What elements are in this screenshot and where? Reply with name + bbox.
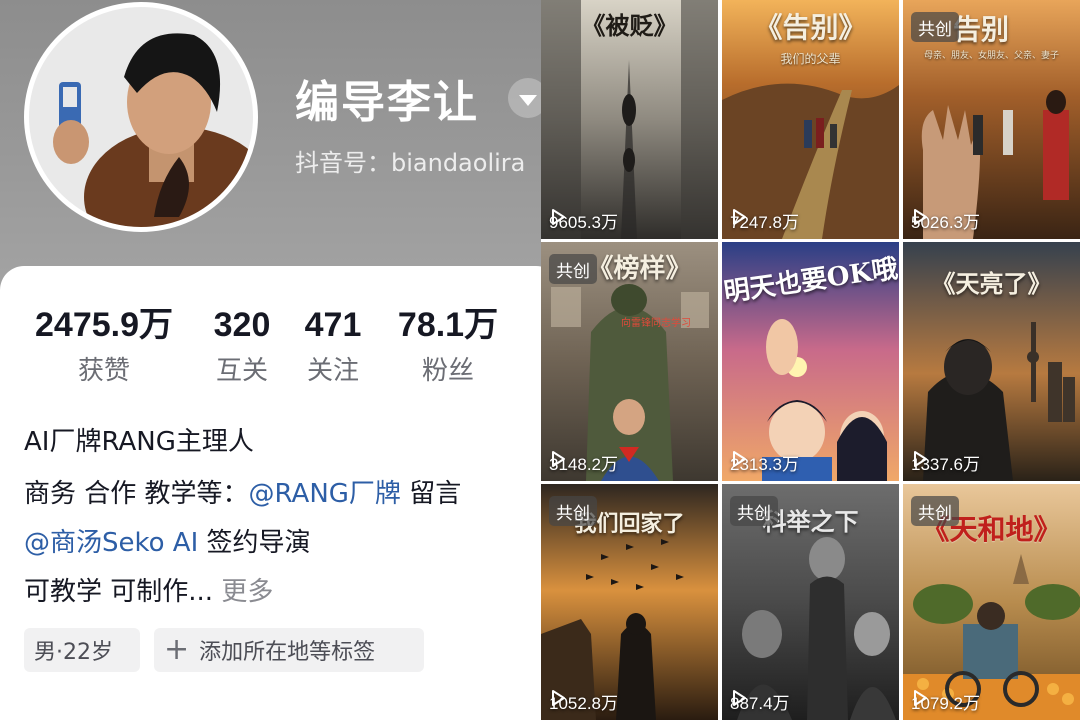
stat-value: 78.1万: [397, 306, 499, 344]
video-cover-title: 《天亮了》: [931, 269, 1052, 298]
play-icon: [914, 451, 927, 467]
video-tile[interactable]: 科举之下 共创 887.4万: [722, 484, 899, 720]
video-tile[interactable]: 《天和地》 共创 1079.2万: [903, 484, 1080, 720]
chevron-down-icon: [519, 94, 537, 106]
stat-value: 2475.9万: [35, 306, 173, 344]
video-tile[interactable]: 告别 母亲、朋友、女朋友、父亲、妻子 共创 5026.3万: [903, 0, 1080, 239]
stat-value: 471: [304, 306, 362, 344]
play-count: 2313.3万: [730, 450, 799, 475]
co-creation-badge: 共创: [911, 496, 959, 526]
play-count: 9605.3万: [549, 208, 618, 233]
tag-label: 添加所在地等标签: [199, 640, 376, 665]
video-cover-title: 《被贬》: [581, 11, 678, 40]
bio-line: 可教学 可制作... 更多: [24, 574, 273, 610]
co-creation-badge: 共创: [549, 254, 597, 284]
stat-label: 互关: [215, 356, 268, 386]
bio-line: AI厂牌RANG主理人: [24, 427, 254, 457]
play-count: 1337.6万: [911, 450, 980, 475]
co-creation-badge: 共创: [549, 496, 597, 526]
stat-label: 关注: [306, 356, 359, 386]
account-switch-button[interactable]: [508, 78, 541, 118]
stat-following[interactable]: 471 关注: [296, 303, 370, 391]
gender-age-tag[interactable]: 男·22岁: [24, 628, 140, 672]
video-cover-title: 《告别》: [754, 11, 867, 44]
avatar[interactable]: [24, 2, 258, 232]
play-icon: [552, 209, 565, 225]
co-creation-badge: 共创: [730, 496, 778, 526]
video-grid: 《被贬》 9605.3万 《告别》 我们的父辈 7247.8万 告别 母亲、朋友…: [541, 0, 1080, 720]
bio-text: 签约导演: [198, 528, 311, 558]
play-count: 7247.8万: [730, 208, 799, 233]
account-id: 抖音号：biandaolira: [295, 149, 526, 177]
stat-label: 获赞: [77, 356, 130, 386]
bio-text: 留言: [400, 479, 462, 509]
video-tile[interactable]: 我们回家了 共创 1052.8万: [541, 484, 718, 720]
play-icon: [733, 209, 746, 225]
play-icon: [733, 690, 746, 706]
display-name: 编导李让: [295, 77, 479, 128]
play-icon: [914, 690, 927, 706]
video-tile[interactable]: 《被贬》 9605.3万: [541, 0, 718, 239]
video-tile[interactable]: 明天也要OK哦 2313.3万: [722, 242, 899, 481]
play-icon: [552, 451, 565, 467]
play-count: 1079.2万: [911, 689, 980, 714]
plus-icon: +: [164, 632, 190, 667]
play-icon: [733, 451, 746, 467]
bio-line: @商汤Seko AI 签约导演: [24, 525, 311, 561]
play-icon: [552, 690, 565, 706]
play-count: 5026.3万: [911, 208, 980, 233]
stat-fans[interactable]: 78.1万 粉丝: [388, 303, 508, 391]
stat-likes[interactable]: 2475.9万 获赞: [24, 303, 184, 391]
co-creation-badge: 共创: [911, 12, 959, 42]
video-cover-subtitle: 母亲、朋友、女朋友、父亲、妻子: [923, 51, 1059, 61]
video-tile[interactable]: 《告别》 我们的父辈 7247.8万: [722, 0, 899, 239]
video-tile[interactable]: 《榜样》 向雷锋同志学习 共创 3148.2万: [541, 242, 718, 481]
play-count: 887.4万: [730, 689, 790, 714]
video-cover-subtitle: 我们的父辈: [780, 52, 841, 66]
play-count: 3148.2万: [549, 450, 618, 475]
tag-label: 男·22岁: [34, 640, 113, 665]
bio-text: 可教学 可制作...: [24, 577, 214, 607]
video-cover-title: 告别: [953, 13, 1010, 46]
mention-link[interactable]: @RANG厂牌: [249, 479, 401, 509]
profile-panel: 编导李让 抖音号：biandaolira 2475.9万 获赞 320 互关 4…: [0, 0, 541, 720]
video-tile[interactable]: 《天亮了》 1337.6万: [903, 242, 1080, 481]
video-cover-subtitle: 向雷锋同志学习: [621, 318, 691, 329]
mention-link[interactable]: @商汤Seko AI: [24, 528, 198, 558]
add-tag-button[interactable]: + 添加所在地等标签: [154, 628, 424, 672]
play-count: 1052.8万: [549, 689, 618, 714]
stat-value: 320: [213, 306, 271, 344]
stat-mutual[interactable]: 320 互关: [206, 303, 278, 391]
bio-line: 商务 合作 教学等：@RANG厂牌 留言: [24, 476, 461, 512]
play-icon: [914, 209, 927, 225]
bio-more-button[interactable]: 更多: [213, 577, 273, 607]
bio-text: 商务 合作 教学等：: [24, 479, 249, 509]
stat-label: 粉丝: [421, 356, 474, 386]
